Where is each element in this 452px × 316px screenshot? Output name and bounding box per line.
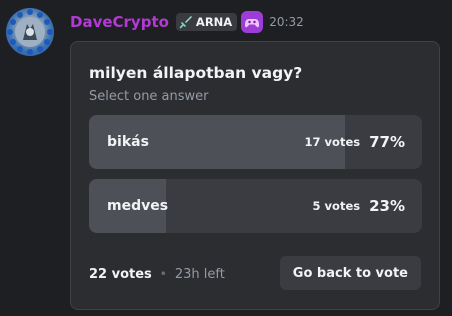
message-header: DaveCrypto ARNA 20:32	[70, 10, 304, 34]
poll-card: milyen állapotban vagy? Select one answe…	[70, 41, 440, 310]
poll-footer: 22 votes • 23h left	[89, 264, 225, 284]
poll-answer-stats: 5 votes 23%	[313, 179, 405, 233]
poll-total-votes[interactable]: 22 votes	[89, 267, 152, 282]
poll-answer-label: bikás	[107, 134, 149, 150]
poll-instruction: Select one answer	[89, 89, 209, 104]
poll-answer-bikas[interactable]: bikás 17 votes 77%	[89, 115, 422, 169]
poll-question: milyen állapotban vagy?	[89, 64, 303, 82]
game-controller-icon[interactable]	[241, 11, 264, 33]
poll-answer-stats: 17 votes 77%	[305, 115, 405, 169]
separator-dot: •	[159, 267, 167, 281]
poll-answer-medves[interactable]: medves 5 votes 23%	[89, 179, 422, 233]
role-tag-label: ARNA	[195, 15, 233, 29]
avatar[interactable]	[6, 8, 54, 56]
poll-answer-votes: 17 votes	[304, 135, 361, 149]
go-back-to-vote-button[interactable]: Go back to vote	[279, 256, 421, 290]
poll-time-left: 23h left	[174, 266, 225, 282]
username[interactable]: DaveCrypto	[70, 13, 169, 31]
timestamp: 20:32	[269, 15, 304, 29]
poll-answer-percent: 77%	[369, 133, 405, 151]
sword-icon	[179, 16, 192, 29]
avatar-image	[7, 9, 53, 55]
role-tag[interactable]: ARNA	[175, 13, 238, 31]
poll-answer-percent: 23%	[369, 197, 405, 215]
poll-answer-label: medves	[107, 198, 169, 214]
poll-answer-votes: 5 votes	[312, 199, 361, 213]
